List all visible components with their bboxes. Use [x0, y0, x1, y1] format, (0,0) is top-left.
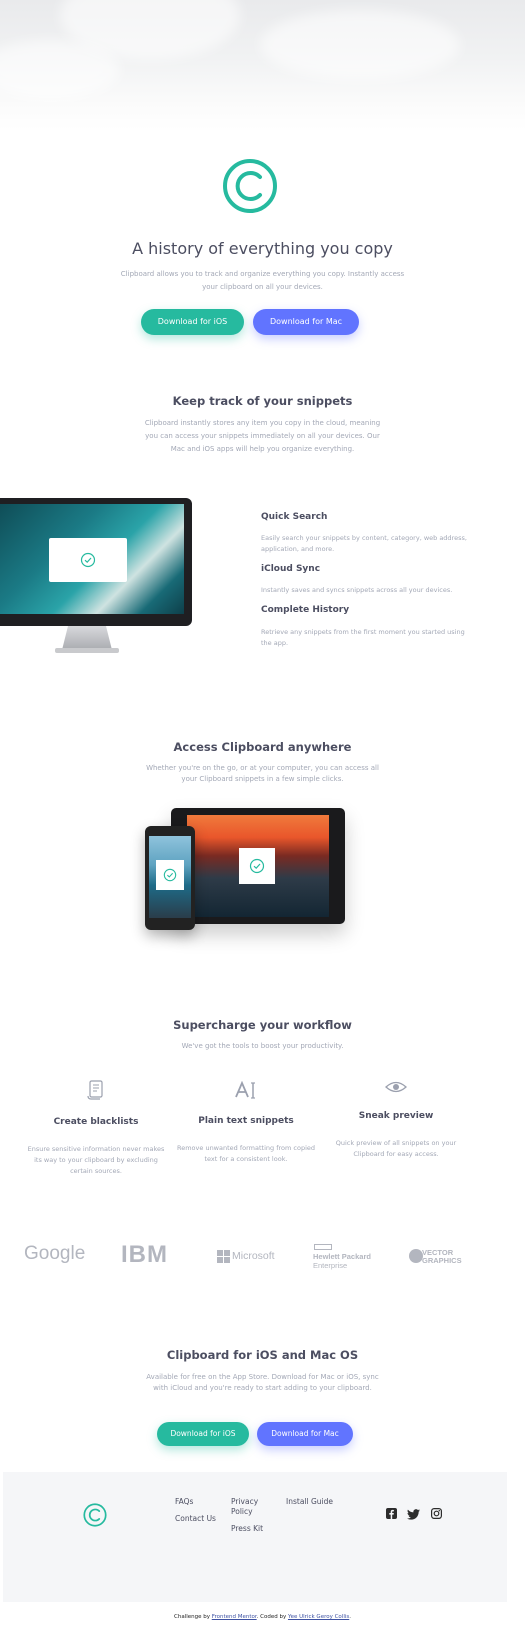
hp-logo-line1: Hewlett Packard — [313, 1252, 371, 1261]
download-mac-button[interactable]: Download for Mac — [253, 309, 359, 335]
workflow-sneak-preview-line2: Clipboard for easy access. — [353, 1150, 439, 1158]
facebook-icon[interactable] — [386, 1508, 397, 1519]
computer-illustration — [0, 498, 192, 658]
workflow-blacklists-line3: certain sources. — [70, 1167, 122, 1175]
cta-download-mac-button[interactable]: Download for Mac — [257, 1422, 353, 1446]
feature-quick-search-line1: Easily search your snippets by content, … — [261, 534, 467, 542]
footer: FAQs Contact Us Privacy Policy Press Kit… — [3, 1472, 507, 1602]
footer-link-install-guide[interactable]: Install Guide — [286, 1497, 333, 1507]
attribution-coded: . Coded by — [256, 1614, 287, 1620]
clipboard-logo-icon — [223, 159, 277, 213]
snippets-line3: Mac and iOS apps will help you organize … — [170, 445, 355, 453]
check-icon — [163, 868, 177, 882]
check-icon — [80, 552, 96, 568]
feature-complete-history-title: Complete History — [261, 605, 350, 615]
footer-link-contact[interactable]: Contact Us — [175, 1514, 216, 1524]
hp-logo-line2: Enterprise — [313, 1261, 348, 1270]
cta-line2: with iCloud and you're ready to start ad… — [153, 1384, 372, 1392]
hero-description-line2: your clipboard on all your devices. — [202, 283, 323, 291]
twitter-icon[interactable] — [407, 1509, 420, 1520]
frontend-mentor-link[interactable]: Frontend Mentor — [212, 1614, 257, 1620]
ibm-logo: IBM — [121, 1241, 168, 1268]
workflow-subtitle: We've got the tools to boost your produc… — [181, 1042, 344, 1050]
author-link[interactable]: Yee Ulrick Geroy Collis — [288, 1614, 349, 1620]
cta-download-ios-button[interactable]: Download for iOS — [157, 1422, 249, 1446]
feature-complete-history-line1: Retrieve any snippets from the first mom… — [261, 628, 465, 636]
devices-illustration — [145, 808, 347, 930]
vector-logo-line2: GRAPHICS — [422, 1256, 462, 1265]
footer-link-press-kit[interactable]: Press Kit — [231, 1524, 263, 1534]
workflow-blacklists-line2: its way to your clipboard by excluding — [34, 1156, 158, 1164]
hp-logo-bar — [314, 1244, 332, 1250]
instagram-icon[interactable] — [431, 1508, 442, 1519]
workflow-plain-text-line1: Remove unwanted formatting from copied — [177, 1144, 315, 1152]
footer-logo-icon[interactable] — [83, 1503, 107, 1527]
snippets-line2: you can access your snippets immediately… — [145, 432, 380, 440]
footer-link-privacy-line2[interactable]: Policy — [231, 1507, 253, 1517]
text-icon — [235, 1081, 255, 1099]
access-title: Access Clipboard anywhere — [173, 740, 352, 754]
snippets-title: Keep track of your snippets — [172, 394, 353, 408]
workflow-blacklists-title: Create blacklists — [53, 1117, 139, 1127]
eye-icon — [385, 1081, 407, 1093]
footer-link-privacy-line1[interactable]: Privacy — [231, 1497, 258, 1507]
feature-complete-history-line2: the app. — [261, 639, 289, 647]
check-icon — [249, 858, 265, 874]
workflow-plain-text-title: Plain text snippets — [198, 1116, 294, 1126]
access-line2: your Clipboard snippets in a few simple … — [181, 775, 344, 783]
snippets-line1: Clipboard instantly stores any item you … — [144, 419, 381, 427]
workflow-plain-text-line2: text for a consistent look. — [204, 1155, 288, 1163]
footer-link-faqs[interactable]: FAQs — [175, 1497, 193, 1507]
attribution-prefix: Challenge by — [174, 1614, 210, 1620]
attribution: Challenge by Frontend Mentor. Coded by Y… — [0, 1614, 525, 1620]
feature-quick-search-title: Quick Search — [261, 512, 328, 522]
microsoft-logo: Microsoft — [232, 1250, 275, 1262]
workflow-title: Supercharge your workflow — [173, 1018, 352, 1032]
hero-background — [0, 0, 525, 130]
google-logo: Google — [24, 1243, 86, 1264]
vector-graphics-logo-icon — [409, 1249, 423, 1263]
download-ios-button[interactable]: Download for iOS — [141, 309, 244, 335]
feature-icloud-sync-line1: Instantly saves and syncs snippets acros… — [261, 586, 453, 594]
microsoft-logo-icon — [217, 1250, 230, 1263]
workflow-blacklists-line1: Ensure sensitive information never makes — [27, 1145, 165, 1153]
blacklist-icon — [87, 1080, 103, 1100]
hero-title: A history of everything you copy — [132, 239, 393, 258]
attribution-suffix: . — [349, 1614, 351, 1620]
cta-title: Clipboard for iOS and Mac OS — [166, 1348, 359, 1362]
workflow-sneak-preview-title: Sneak preview — [358, 1111, 434, 1121]
feature-icloud-sync-title: iCloud Sync — [261, 564, 321, 574]
workflow-sneak-preview-line1: Quick preview of all snippets on your — [335, 1139, 457, 1147]
hero-description-line1: Clipboard allows you to track and organi… — [120, 270, 405, 278]
feature-quick-search-line2: application, and more. — [261, 545, 335, 553]
